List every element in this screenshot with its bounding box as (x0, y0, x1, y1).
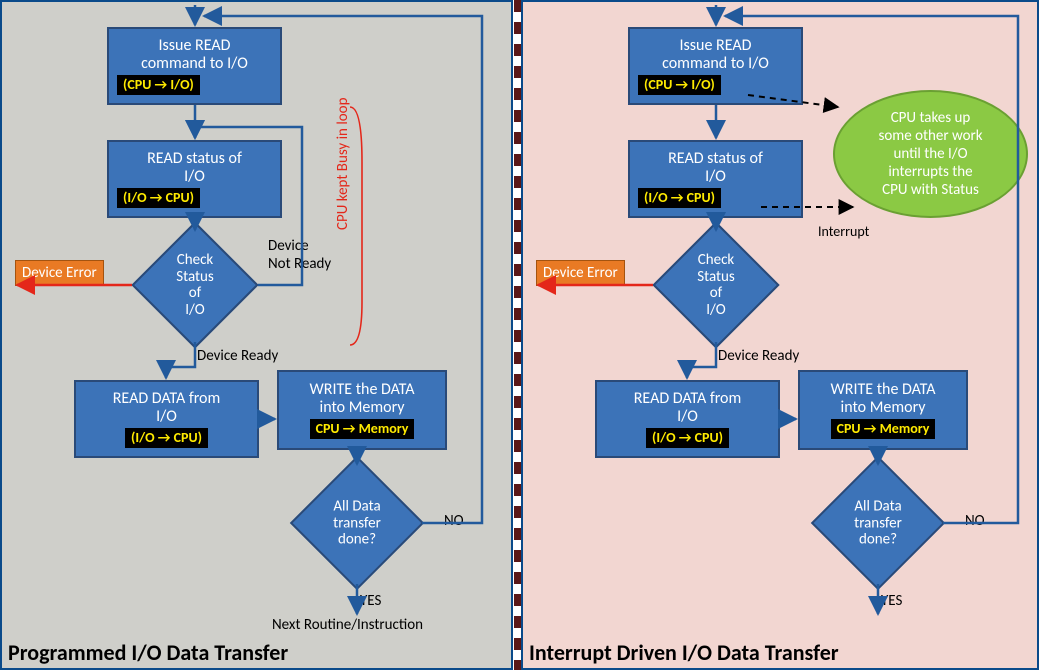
label-interrupt: Interrupt (818, 223, 869, 240)
panel-title: Programmed I/O Data Transfer (8, 639, 288, 666)
box-issue-read: Issue READ command to I/O (CPU → I/O) (107, 27, 282, 105)
box-text: READ status of I/O (147, 150, 242, 187)
panel-interrupt-io: Issue READ command to I/O (CPU → I/O) RE… (521, 0, 1039, 670)
box-read-data: READ DATA from I/O (I/O → CPU) (74, 380, 259, 458)
tag-cpu-to-memory: CPU → Memory (831, 419, 936, 439)
box-text: Issue READ command to I/O (662, 37, 769, 74)
tag-cpu-to-memory: CPU → Memory (310, 419, 415, 439)
tag-cpu-to-io: (CPU → I/O) (117, 75, 200, 95)
box-issue-read: Issue READ command to I/O (CPU → I/O) (628, 27, 803, 105)
tag-io-to-cpu: (I/O → CPU) (125, 428, 208, 448)
badge-device-error: Device Error (15, 260, 104, 286)
box-text: WRITE the DATA into Memory (831, 381, 936, 418)
panel-programmed-io: Issue READ command to I/O (CPU → I/O) RE… (0, 0, 513, 670)
box-write-memory: WRITE the DATA into Memory CPU → Memory (277, 370, 447, 450)
label-no: NO (444, 512, 464, 530)
tag-cpu-to-io: (CPU → I/O) (638, 75, 721, 95)
ellipse-cpu-other-work: CPU takes up some other work until the I… (833, 90, 1028, 218)
label-yes: YES (881, 592, 902, 610)
box-read-status: READ status of I/O (I/O → CPU) (107, 140, 282, 218)
label-yes: YES (360, 592, 381, 610)
label-no: NO (965, 512, 985, 530)
box-write-memory: WRITE the DATA into Memory CPU → Memory (798, 370, 968, 450)
tag-io-to-cpu: (I/O → CPU) (638, 188, 721, 208)
box-text: READ DATA from I/O (634, 390, 742, 427)
badge-device-error: Device Error (536, 260, 625, 286)
box-read-status: READ status of I/O (I/O → CPU) (628, 140, 803, 218)
label-cpu-busy-loop: CPU kept Busy in loop (334, 98, 352, 230)
label-device-ready: Device Ready (718, 347, 799, 365)
tag-io-to-cpu: (I/O → CPU) (117, 188, 200, 208)
box-text: WRITE the DATA into Memory (310, 381, 415, 418)
label-device-not-ready: Device Not Ready (268, 237, 331, 273)
panel-divider (514, 0, 521, 670)
label-next-routine: Next Routine/Instruction (272, 616, 423, 634)
box-text: Issue READ command to I/O (141, 37, 248, 74)
box-text: READ DATA from I/O (113, 390, 221, 427)
tag-io-to-cpu: (I/O → CPU) (646, 428, 729, 448)
box-text: READ status of I/O (668, 150, 763, 187)
label-device-ready: Device Ready (197, 347, 278, 365)
box-read-data: READ DATA from I/O (I/O → CPU) (595, 380, 780, 458)
panel-title: Interrupt Driven I/O Data Transfer (529, 639, 839, 666)
